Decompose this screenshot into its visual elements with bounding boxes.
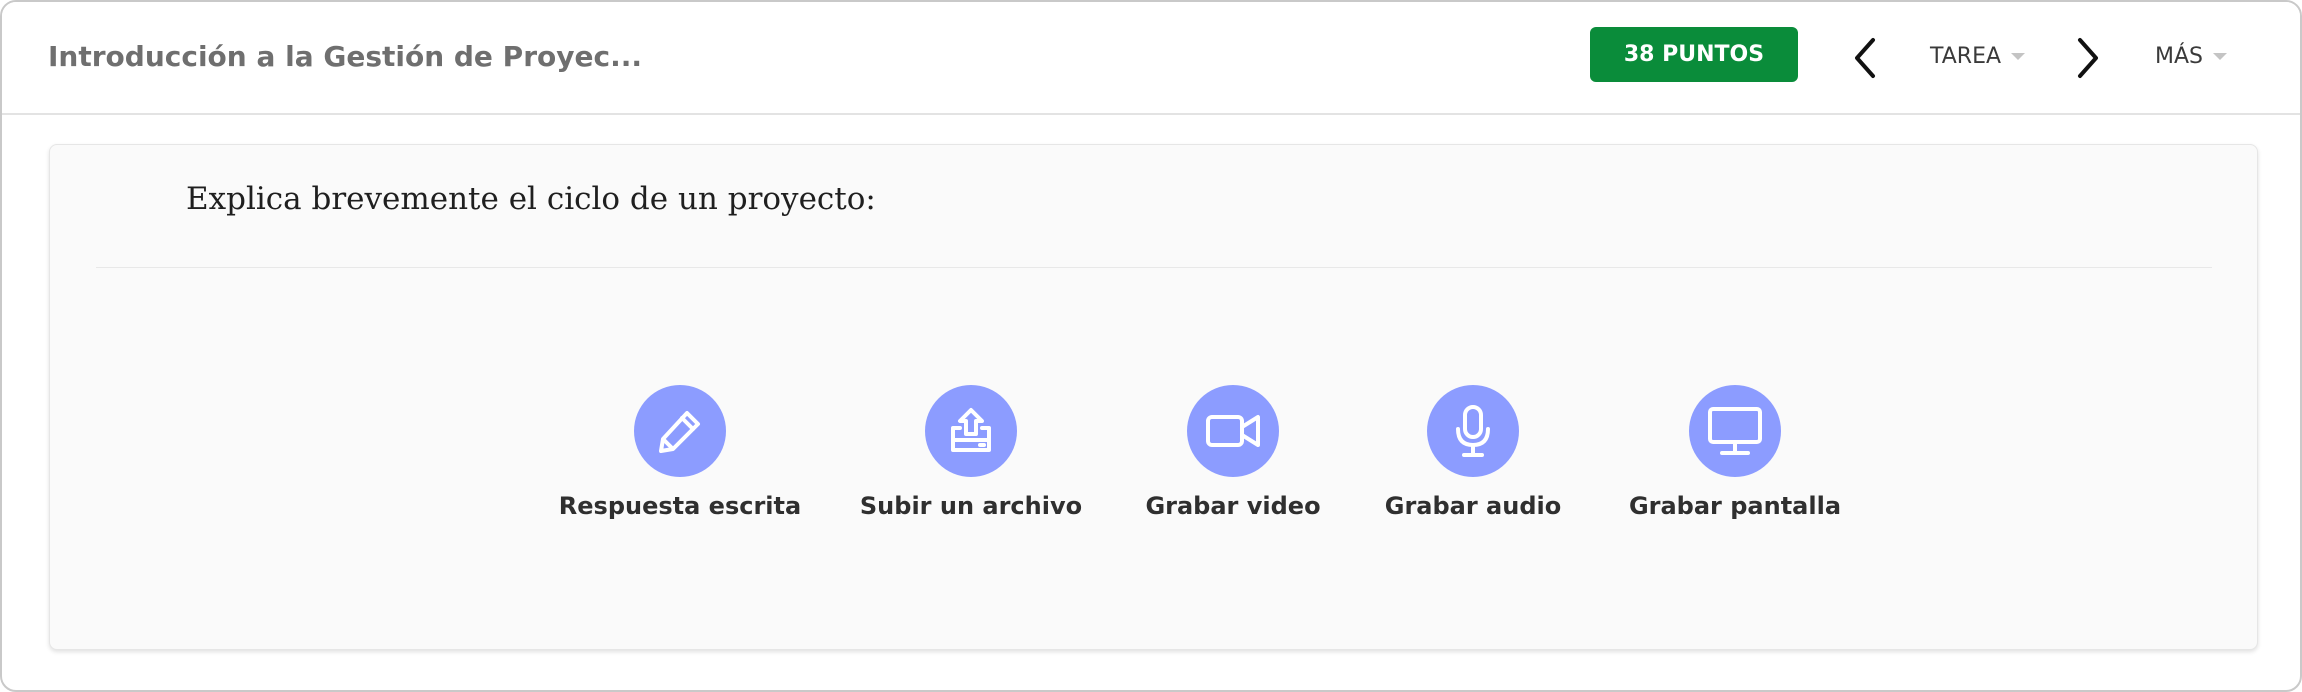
chevron-right-icon [2078,38,2098,78]
upload-file-label: Subir un archivo [859,492,1083,520]
record-audio-button[interactable]: Grabar audio [1353,385,1593,520]
next-button[interactable] [2068,32,2108,84]
more-dropdown-label: MÁS [2155,43,2203,69]
written-response-button[interactable]: Respuesta escrita [525,385,835,520]
upload-icon [951,408,991,452]
record-screen-button[interactable]: Grabar pantalla [1585,385,1885,520]
record-audio-label: Grabar audio [1384,492,1562,520]
upload-file-circle[interactable] [925,385,1017,477]
upload-file-button[interactable]: Subir un archivo [831,385,1111,520]
caret-down-icon [2011,52,2026,60]
monitor-icon [1708,407,1762,455]
chevron-left-icon [1855,38,1875,78]
record-video-circle[interactable] [1187,385,1279,477]
course-title[interactable]: Introducción a la Gestión de Proyec... [48,40,642,73]
question-text: Explica brevemente el ciclo de un proyec… [186,181,876,217]
divider [96,267,2212,268]
record-video-button[interactable]: Grabar video [1113,385,1353,520]
record-screen-circle[interactable] [1689,385,1781,477]
tarea-dropdown-label: TAREA [1930,43,2002,69]
written-response-label: Respuesta escrita [558,492,802,520]
record-screen-label: Grabar pantalla [1628,492,1842,520]
points-badge: 38 PUNTOS [1590,27,1798,82]
record-audio-circle[interactable] [1427,385,1519,477]
tarea-dropdown[interactable]: TAREA [1930,38,2026,74]
video-camera-icon [1206,415,1260,447]
previous-button[interactable] [1845,32,1885,84]
header-bar: Introducción a la Gestión de Proyec... 3… [2,2,2300,115]
more-dropdown[interactable]: MÁS [2155,38,2227,74]
written-response-circle[interactable] [634,385,726,477]
app-window: Introducción a la Gestión de Proyec... 3… [0,0,2302,692]
microphone-icon [1456,405,1490,457]
record-video-label: Grabar video [1145,492,1321,520]
assignment-card: Explica brevemente el ciclo de un proyec… [49,144,2258,650]
caret-down-icon [2213,52,2227,60]
pencil-icon [659,411,700,453]
